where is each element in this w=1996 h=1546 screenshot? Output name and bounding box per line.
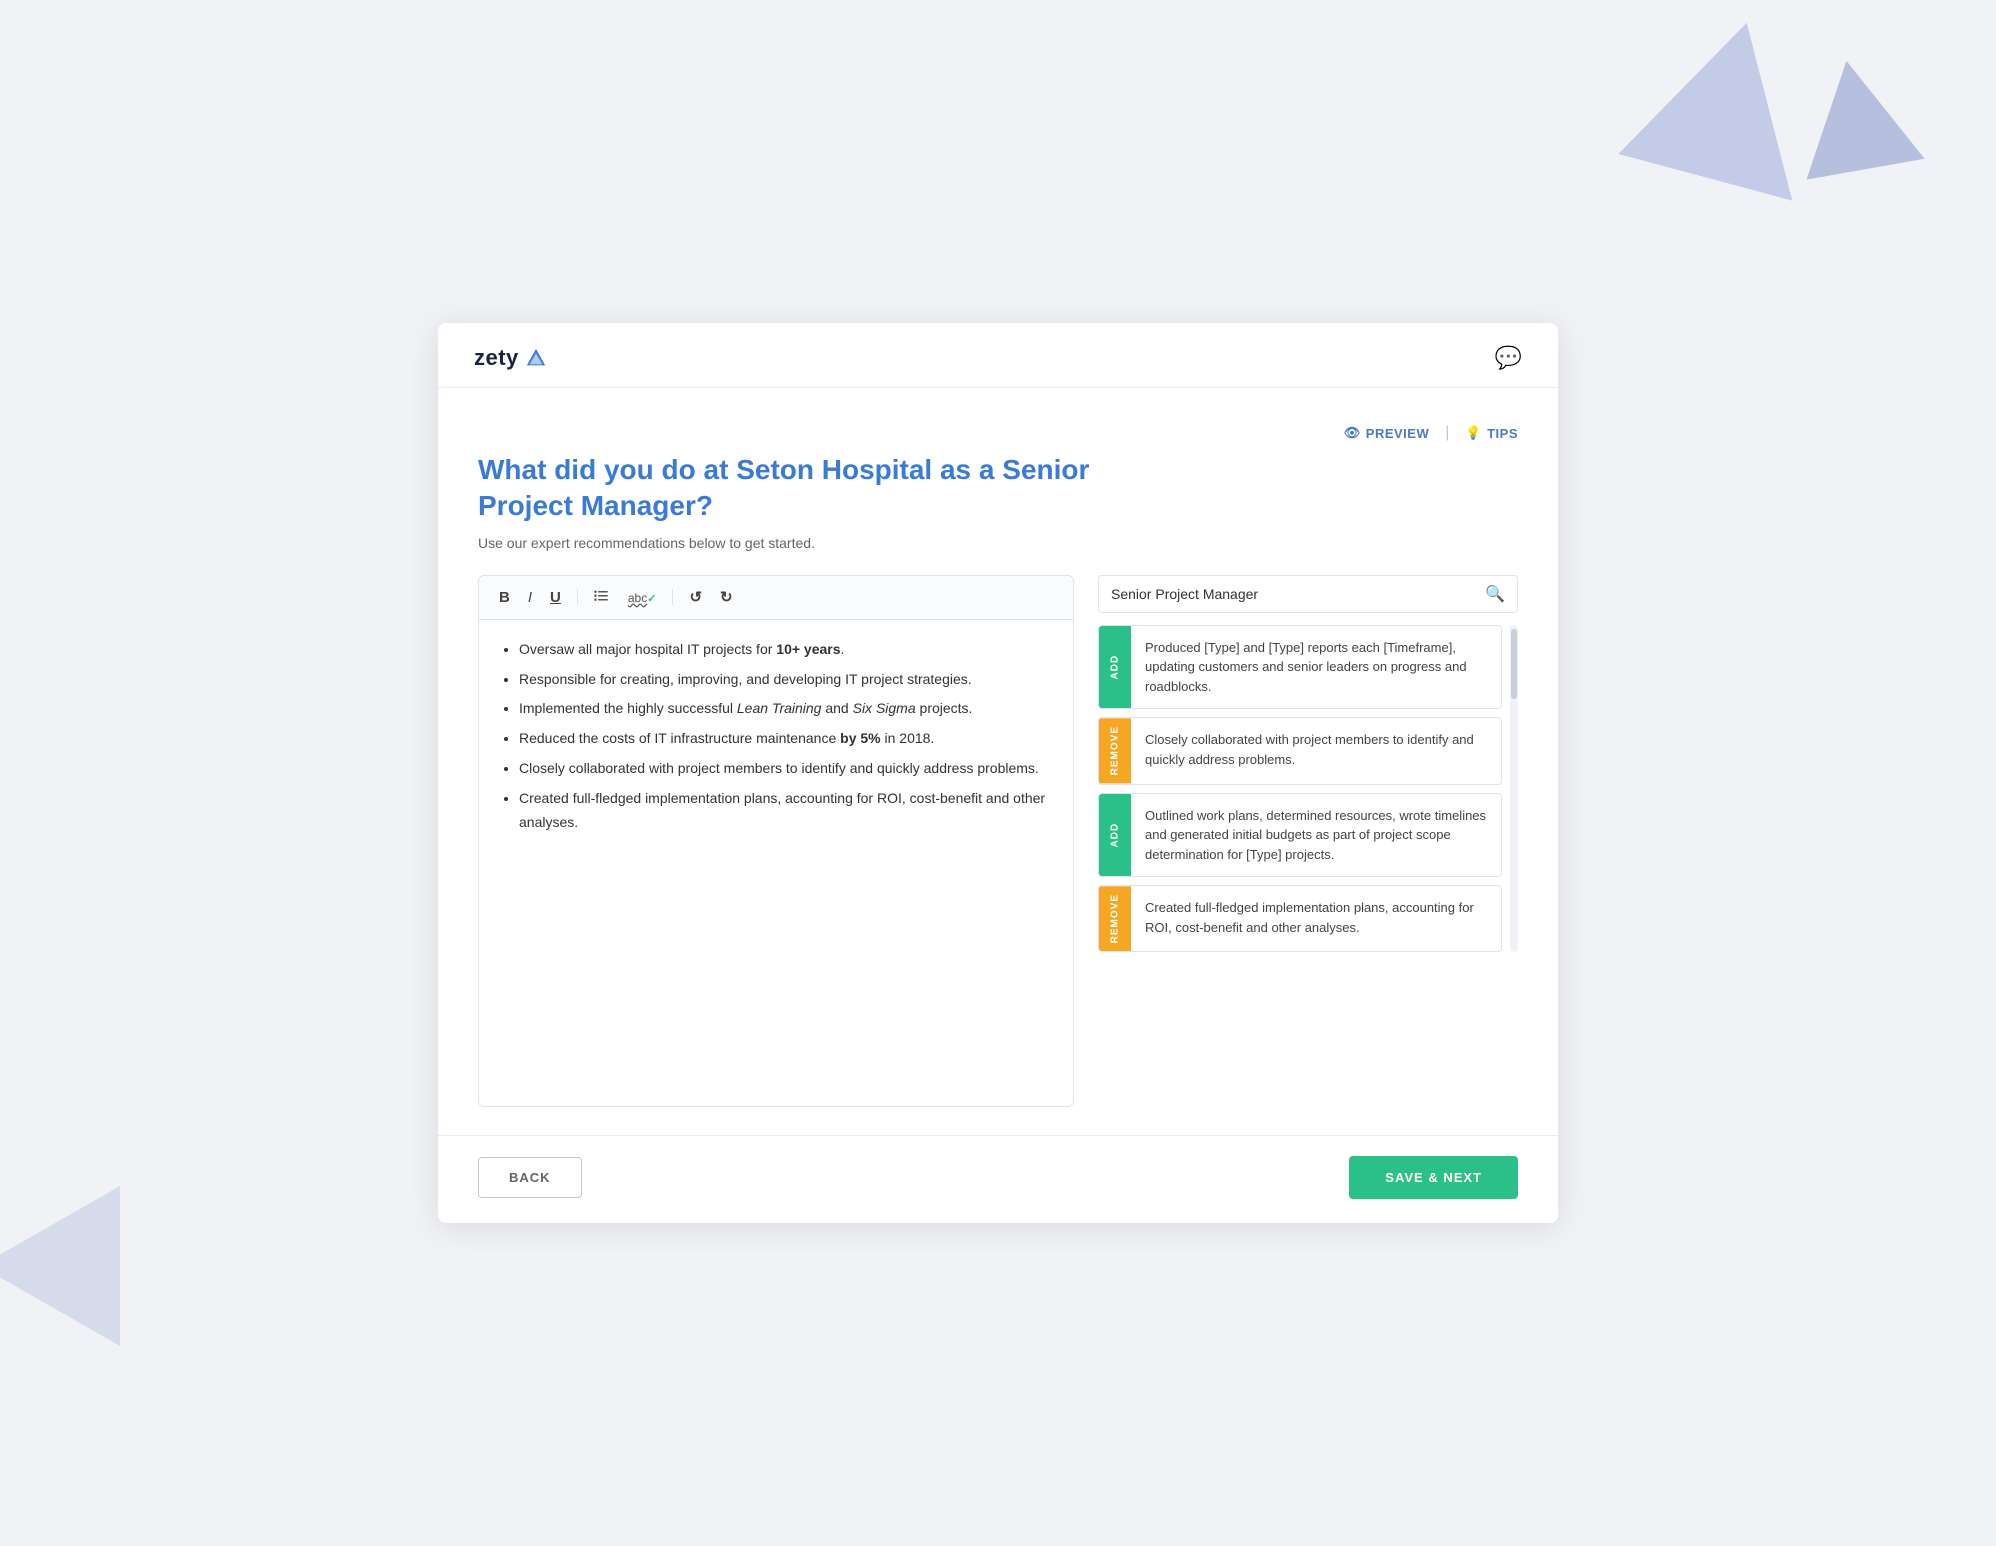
undo-button[interactable]: ↺ (685, 588, 706, 607)
two-col-layout: B I U ab (478, 575, 1518, 1107)
suggestion-item-3: ADD Outlined work plans, determined reso… (1098, 793, 1502, 878)
action-divider: | (1445, 424, 1449, 442)
add-label-1: ADD (1110, 655, 1121, 680)
bullet-6: Created full-fledged implementation plan… (519, 787, 1053, 835)
logo-text: zety (474, 345, 519, 371)
bullet-1: Oversaw all major hospital IT projects f… (519, 638, 1053, 662)
spellcheck-button[interactable]: abc✓ (624, 588, 661, 607)
tips-button[interactable]: 💡 TIPS (1465, 425, 1518, 441)
suggestions-panel: 🔍 ADD Produced [Type] and [Type] reports… (1098, 575, 1518, 1107)
suggestion-item-2: REMOVE Closely collaborated with project… (1098, 717, 1502, 784)
suggestion-text-2: Closely collaborated with project member… (1131, 718, 1501, 783)
main-card: zety 💬 👁 PREVIEW | 💡 TIPS What did (438, 323, 1558, 1223)
scroll-thumb[interactable] (1511, 629, 1517, 699)
redo-icon: ↻ (720, 589, 733, 606)
save-next-button[interactable]: SAVE & NEXT (1349, 1156, 1518, 1199)
italic-button[interactable]: I (524, 588, 536, 607)
remove-button-2[interactable]: REMOVE (1099, 718, 1131, 783)
toolbar-divider-1 (577, 589, 578, 605)
search-button[interactable]: 🔍 (1485, 584, 1505, 604)
suggestions-wrapper: ADD Produced [Type] and [Type] reports e… (1098, 625, 1518, 953)
add-label-3: ADD (1110, 823, 1121, 848)
remove-button-4[interactable]: REMOVE (1099, 886, 1131, 951)
preview-button[interactable]: 👁 PREVIEW (1344, 425, 1429, 441)
list-icon (594, 588, 610, 604)
editor-panel: B I U ab (478, 575, 1074, 1107)
header-right: 💬 (1495, 345, 1522, 371)
bullet-3: Implemented the highly successful Lean T… (519, 697, 1053, 721)
suggestions-scroll-area: ADD Produced [Type] and [Type] reports e… (1098, 625, 1506, 953)
search-icon: 🔍 (1485, 586, 1505, 603)
list-button[interactable] (590, 586, 614, 609)
deco-triangle-left (0, 1186, 120, 1346)
spellcheck-icon: abc (628, 591, 647, 605)
remove-label-4: REMOVE (1110, 894, 1121, 943)
suggestion-item-1: ADD Produced [Type] and [Type] reports e… (1098, 625, 1502, 710)
bold-button[interactable]: B (495, 588, 514, 607)
chat-icon[interactable]: 💬 (1495, 345, 1522, 371)
redo-button[interactable]: ↻ (716, 588, 737, 607)
bulb-icon: 💡 (1465, 425, 1482, 441)
eye-icon: 👁 (1344, 425, 1361, 441)
suggestion-text-1: Produced [Type] and [Type] reports each … (1131, 626, 1501, 709)
logo: zety (474, 345, 547, 371)
bullet-5: Closely collaborated with project member… (519, 757, 1053, 781)
deco-triangle-top2 (1787, 50, 1924, 179)
editor-toolbar: B I U ab (479, 576, 1073, 620)
card-footer: BACK SAVE & NEXT (438, 1135, 1558, 1223)
header: zety 💬 (438, 323, 1558, 388)
top-actions: 👁 PREVIEW | 💡 TIPS (478, 424, 1518, 442)
undo-icon: ↺ (689, 589, 702, 606)
suggestion-text-3: Outlined work plans, determined resource… (1131, 794, 1501, 877)
suggestion-text-4: Created full-fledged implementation plan… (1131, 886, 1501, 951)
page-title: What did you do at Seton Hospital as a S… (478, 452, 1178, 525)
remove-label-2: REMOVE (1110, 726, 1121, 775)
search-bar: 🔍 (1098, 575, 1518, 613)
page-subtitle: Use our expert recommendations below to … (478, 535, 1518, 551)
editor-content[interactable]: Oversaw all major hospital IT projects f… (479, 620, 1073, 1106)
card-body: 👁 PREVIEW | 💡 TIPS What did you do at Se… (438, 388, 1558, 1135)
add-button-3[interactable]: ADD (1099, 794, 1131, 877)
add-button-1[interactable]: ADD (1099, 626, 1131, 709)
bullet-2: Responsible for creating, improving, and… (519, 668, 1053, 692)
search-input[interactable] (1111, 586, 1485, 602)
logo-icon (525, 347, 547, 369)
underline-button[interactable]: U (546, 588, 565, 607)
toolbar-divider-2 (672, 589, 673, 605)
scroll-track (1510, 625, 1518, 953)
bullet-4: Reduced the costs of IT infrastructure m… (519, 727, 1053, 751)
back-button[interactable]: BACK (478, 1157, 582, 1198)
suggestion-item-4: REMOVE Created full-fledged implementati… (1098, 885, 1502, 952)
